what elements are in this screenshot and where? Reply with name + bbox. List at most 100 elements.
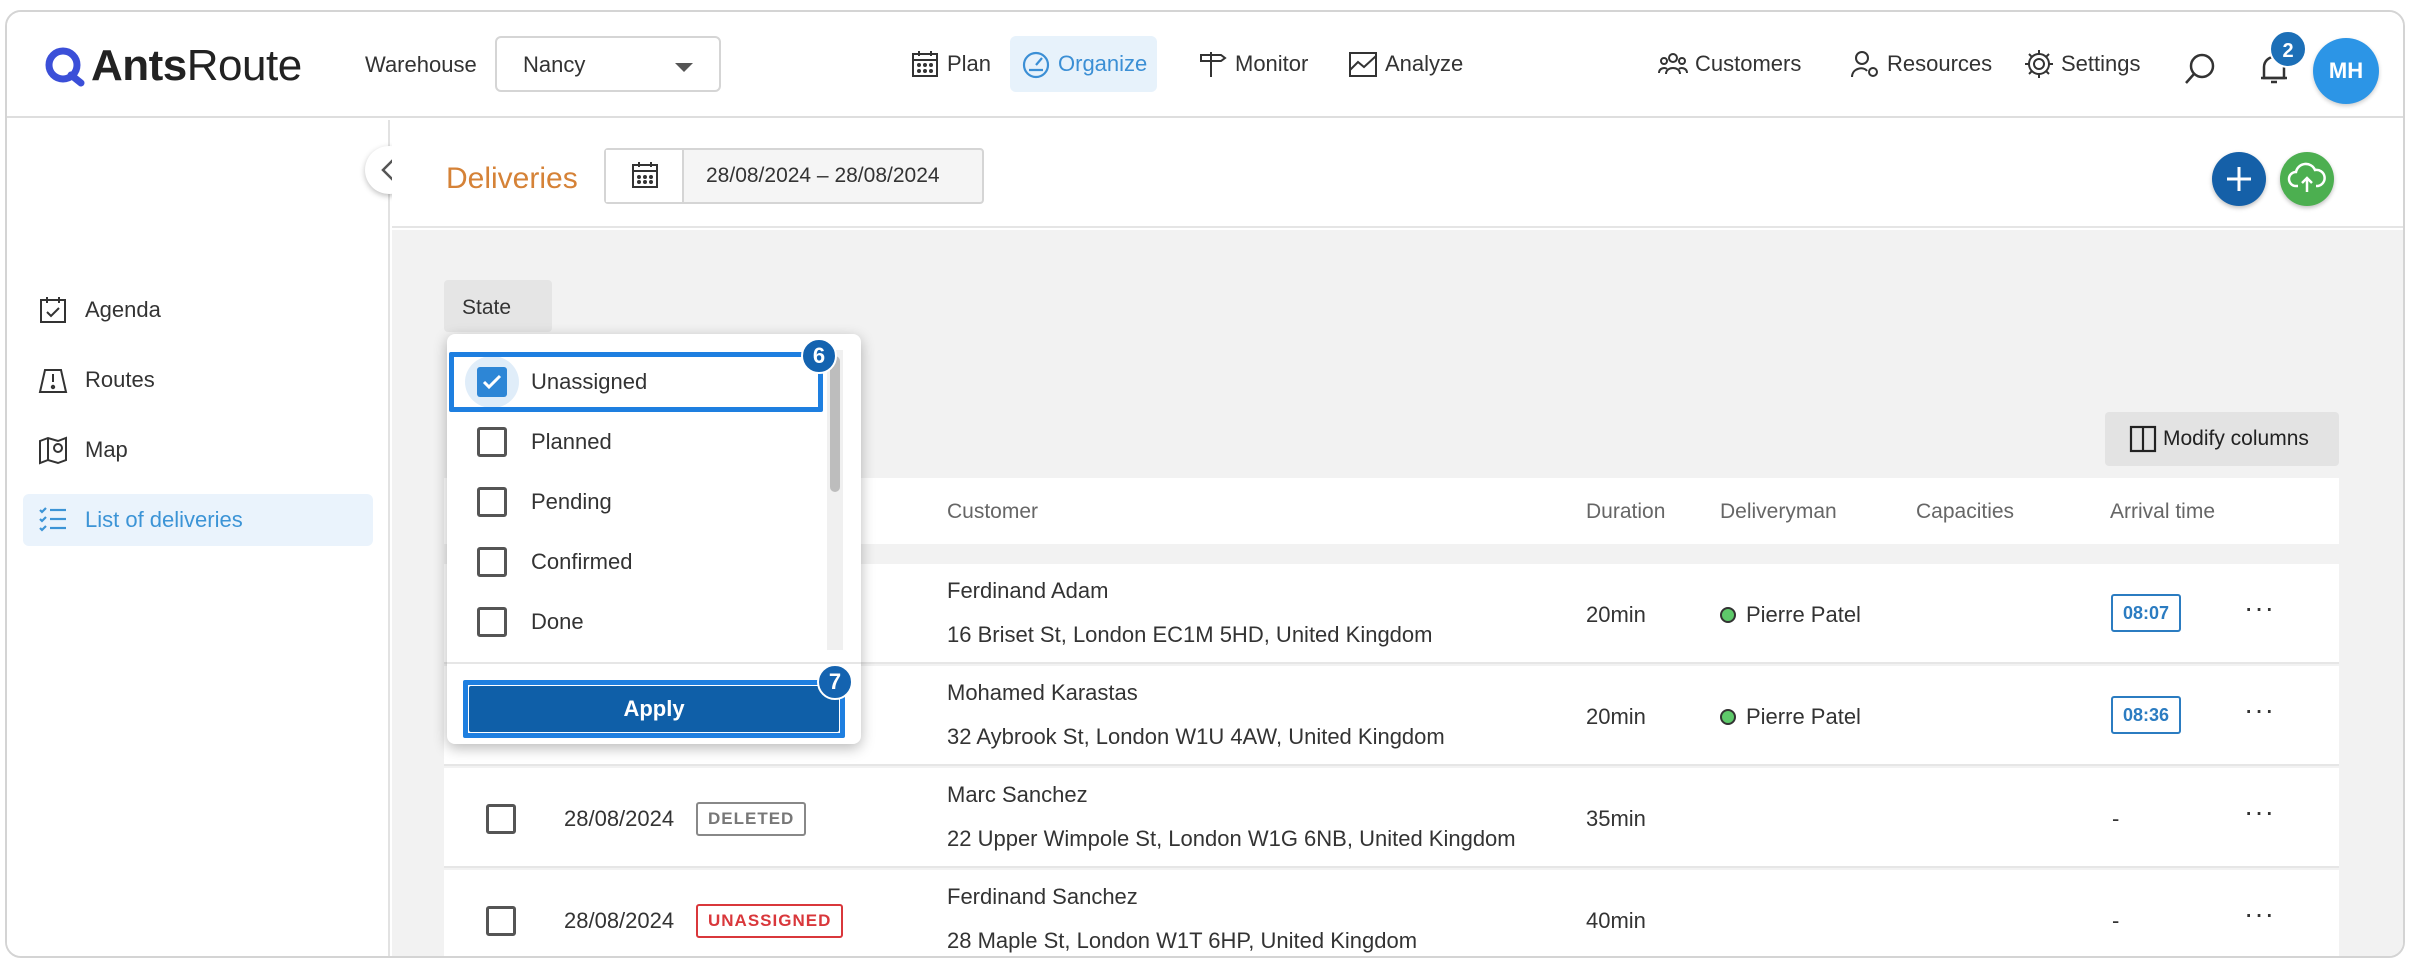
cloud-upload-icon — [2287, 162, 2326, 192]
modify-columns-label: Modify columns — [2163, 427, 2309, 450]
highlight-outline-unassigned — [449, 352, 823, 412]
route-icon — [38, 369, 68, 393]
sidebar-item-routes[interactable]: Routes — [23, 354, 373, 406]
customer-name: Marc Sanchez — [947, 782, 1088, 807]
deliveryman-name: Pierre Patel — [1746, 602, 1861, 627]
modify-columns-button[interactable]: Modify columns — [2105, 412, 2339, 466]
row-checkbox[interactable] — [486, 906, 516, 936]
nav-plan-label: Plan — [947, 51, 992, 76]
calendar-check-icon — [40, 297, 66, 323]
sidebar-item-label: Agenda — [85, 297, 161, 322]
column-header-capacities[interactable]: Capacities — [1916, 500, 2014, 524]
delivery-date: 28/08/2024 — [564, 806, 675, 831]
date-range-picker[interactable]: 28/08/2024 – 28/08/2024 — [604, 148, 984, 204]
state-option-label: Confirmed — [531, 549, 633, 574]
state-option-label: Done — [531, 609, 584, 634]
column-header-duration[interactable]: Duration — [1586, 500, 1665, 524]
row-more-menu-icon[interactable]: ··· — [2244, 694, 2275, 726]
nav-settings[interactable]: Settings — [2013, 36, 2151, 92]
row-checkbox[interactable] — [486, 804, 516, 834]
duration: 20min — [1586, 704, 1646, 729]
customer-address: 16 Briset St, London EC1M 5HD, United Ki… — [947, 622, 1433, 647]
app-window: AntsRoute Warehouse Nancy Plan Organize … — [5, 10, 2405, 958]
logo-mark-icon — [45, 47, 85, 87]
deliveryman-name: Pierre Patel — [1746, 704, 1861, 729]
logo-text: AntsRoute — [91, 41, 302, 90]
warehouse-value: Nancy — [523, 52, 586, 77]
columns-icon — [2129, 425, 2157, 453]
nav-settings-label: Settings — [2061, 51, 2141, 76]
checkbox[interactable] — [477, 427, 507, 457]
duration: 20min — [1586, 602, 1646, 627]
duration: 35min — [1586, 806, 1646, 831]
cloud-upload-button[interactable] — [2280, 152, 2334, 206]
nav-plan[interactable]: Plan — [899, 36, 1001, 92]
step-badge-7: 7 — [817, 664, 853, 700]
delivery-date: 28/08/2024 — [564, 908, 675, 933]
nav-organize[interactable]: Organize — [1010, 36, 1158, 92]
sidebar-item-agenda[interactable]: Agenda — [23, 284, 373, 336]
table-row[interactable]: 28/08/2024 DELETED Marc Sanchez 22 Upper… — [444, 768, 2339, 868]
sidebar-item-list-of-deliveries[interactable]: List of deliveries — [23, 494, 373, 546]
nav-monitor-label: Monitor — [1235, 51, 1309, 76]
nav-analyze[interactable]: Analyze — [1337, 36, 1473, 92]
sidebar-item-map[interactable]: Map — [23, 424, 373, 476]
date-picker-calendar-button[interactable] — [606, 150, 684, 202]
page-title: Deliveries — [446, 162, 578, 195]
column-header-customer[interactable]: Customer — [947, 500, 1038, 524]
line-chart-icon — [1349, 52, 1377, 77]
search-icon[interactable] — [2181, 50, 2219, 88]
state-filter-button[interactable]: State — [444, 280, 552, 332]
state-option-done[interactable]: Done — [465, 595, 865, 649]
row-more-menu-icon[interactable]: ··· — [2244, 592, 2275, 624]
status-badge-unassigned: UNASSIGNED — [696, 904, 844, 938]
state-option-planned[interactable]: Planned — [465, 415, 865, 469]
date-range-value: 28/08/2024 – 28/08/2024 — [706, 164, 940, 187]
row-more-menu-icon[interactable]: ··· — [2244, 796, 2275, 828]
customer-name: Mohamed Karastas — [947, 680, 1138, 705]
nav-monitor[interactable]: Monitor — [1187, 36, 1318, 92]
checkbox[interactable] — [477, 487, 507, 517]
list-check-icon — [39, 507, 66, 532]
map-icon — [39, 436, 67, 465]
customer-address: 32 Aybrook St, London W1U 4AW, United Ki… — [947, 724, 1445, 749]
state-option-pending[interactable]: Pending — [465, 475, 865, 529]
status-dot-icon — [1720, 709, 1736, 725]
column-header-arrival-time[interactable]: Arrival time — [2110, 500, 2215, 524]
calendar-grid-icon — [912, 51, 938, 77]
customer-address: 22 Upper Wimpole St, London W1G 6NB, Uni… — [947, 826, 1516, 851]
dropdown-divider — [447, 662, 861, 664]
checkbox[interactable] — [477, 607, 507, 637]
sidebar-item-label: Routes — [85, 367, 155, 392]
users-icon — [1658, 53, 1688, 75]
row-more-menu-icon[interactable]: ··· — [2244, 898, 2275, 930]
step-badge-6: 6 — [801, 338, 837, 374]
table-row[interactable]: 28/08/2024 UNASSIGNED Ferdinand Sanchez … — [444, 870, 2339, 956]
deliveryman: Pierre Patel — [1720, 602, 1861, 628]
nav-resources[interactable]: Resources — [1839, 36, 2002, 92]
sidebar-item-label: List of deliveries — [85, 507, 243, 532]
arrival-time: - — [2112, 908, 2120, 933]
customer-name: Ferdinand Sanchez — [947, 884, 1138, 909]
arrival-time-badge: 08:36 — [2111, 696, 2182, 734]
apply-button[interactable]: Apply — [469, 686, 839, 732]
warehouse-select[interactable]: Nancy — [495, 36, 721, 92]
user-avatar[interactable]: MH — [2313, 38, 2379, 104]
status-badge-deleted: DELETED — [696, 802, 807, 836]
nav-customers[interactable]: Customers — [1647, 36, 1811, 92]
state-option-label: Pending — [531, 489, 612, 514]
caret-down-icon — [675, 63, 693, 72]
gear-icon — [2025, 50, 2053, 78]
antsroute-logo[interactable]: AntsRoute — [43, 40, 302, 92]
state-option-confirmed[interactable]: Confirmed — [465, 535, 865, 589]
arrival-time: - — [2112, 806, 2120, 831]
checkbox[interactable] — [477, 547, 507, 577]
nav-resources-label: Resources — [1887, 51, 1993, 76]
column-header-deliveryman[interactable]: Deliveryman — [1720, 500, 1837, 524]
add-delivery-button[interactable] — [2212, 152, 2266, 206]
signpost-icon — [1200, 52, 1227, 77]
page-header: Deliveries 28/08/2024 – 28/08/2024 — [392, 120, 2403, 228]
user-gear-icon — [1851, 51, 1878, 78]
notification-count-badge: 2 — [2269, 30, 2307, 68]
top-navigation-bar: AntsRoute Warehouse Nancy Plan Organize … — [7, 12, 2403, 118]
